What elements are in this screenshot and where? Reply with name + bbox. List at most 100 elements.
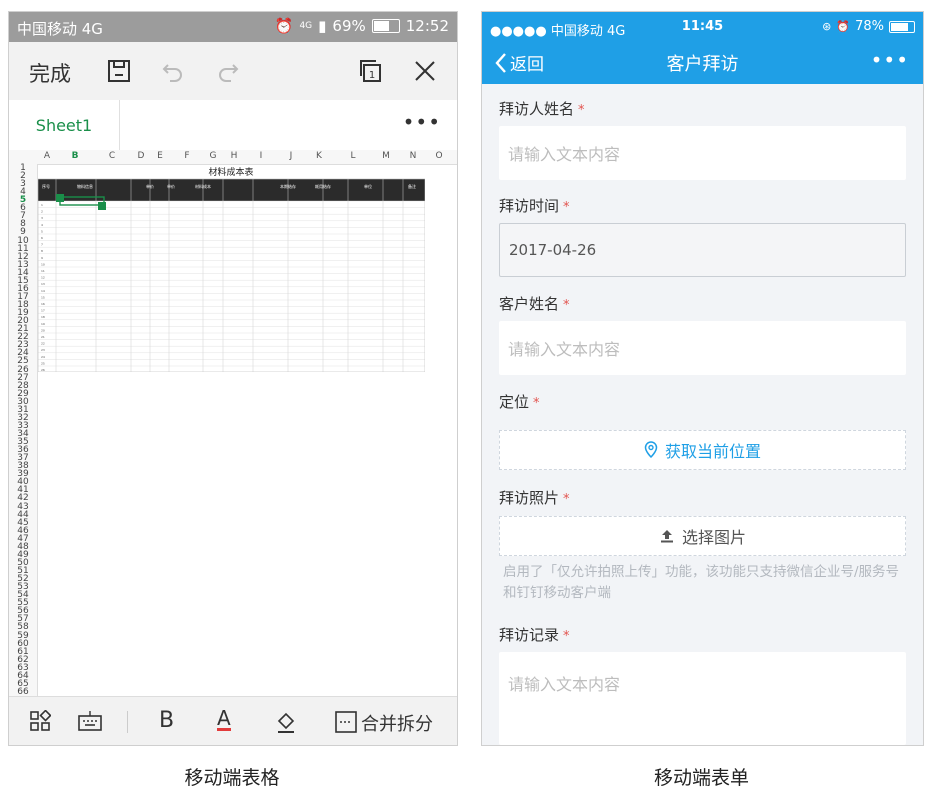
fill-color-icon[interactable] [275,710,297,734]
table-row-number: 8 [41,249,43,253]
table-row-number: 12 [41,276,45,280]
keyboard-icon[interactable] [78,711,102,731]
table-row-number: 26 [41,368,45,372]
column-header[interactable]: E [152,151,168,161]
visit-record-textarea[interactable]: 请输入文本内容 [499,652,906,745]
status-bar: 中国移动 4G ⏰ 4G ▮ 69% 12:52 [9,12,457,42]
column-header[interactable]: I [253,151,269,161]
status-right: ⏰ 4G ▮ 69% 12:52 [275,17,449,35]
tab-sheet1[interactable]: Sheet1 [9,100,120,150]
done-button[interactable]: 完成 [29,58,71,88]
redo-icon[interactable] [215,58,241,84]
column-header[interactable]: H [226,151,242,161]
more-icon[interactable]: ••• [403,110,441,134]
svg-text:1: 1 [369,70,375,81]
table-header-cell: 备注 [408,183,416,189]
merge-cells-icon[interactable] [335,711,357,733]
table-row-number: 3 [41,216,43,220]
battery-percent: 78% [855,19,884,34]
field-label-visit-record: 拜访记录 * [499,626,570,644]
form-phone: ●●●●● 中国移动 4G 11:45 ⊛ ⏰ 78% 客户拜访 返回 ••• … [481,11,924,746]
table-row-number: 24 [41,355,45,359]
alarm-icon: ⏰ [836,20,851,33]
column-header[interactable]: K [311,151,327,161]
table-row-number: 6 [41,236,43,240]
battery-icon [371,19,400,33]
table-row-number: 25 [41,361,45,365]
get-location-button[interactable]: 获取当前位置 [499,430,906,470]
lock-rotation-icon: ⊛ [822,20,832,33]
table-header-cell: 序号 [42,183,50,189]
bold-button[interactable]: B [159,708,174,733]
column-header[interactable]: M [378,151,394,161]
table-row-number: 19 [41,322,45,326]
table-row-number: 10 [41,262,45,266]
location-pin-icon [644,441,658,459]
field-label-visit-time: 拜访时间 * [499,197,570,215]
battery-percent: 69% [332,17,366,35]
table-row-number: 20 [41,328,45,332]
visit-time-input[interactable]: 2017-04-26 [499,223,906,277]
battery-icon [889,20,915,33]
row-header[interactable]: 66 [9,687,37,696]
table-row-number: 1 [41,203,43,207]
table-row-number: 2 [41,210,43,214]
spreadsheet-grid[interactable]: A B C DE FGH I J K L M NO 1 2 3 4 5 6 7 8 9 10 11 12 13 14 15 16 1… [9,150,457,696]
field-label-visitor-name: 拜访人姓名 * [499,100,585,118]
close-icon[interactable] [412,58,438,84]
save-icon[interactable] [106,58,132,84]
table-row-number: 15 [41,295,45,299]
column-headers: A B C DE FGH I J K L M NO [9,150,457,165]
font-color-button[interactable]: A [217,708,231,731]
back-button[interactable]: 返回 [494,50,544,75]
column-header[interactable]: F [179,151,195,161]
caption-mobile-spreadsheet: 移动端表格 [184,767,280,789]
column-header[interactable]: D [133,151,149,161]
table-title: 材料成本表 [208,167,253,178]
table-row-number: 14 [41,289,45,293]
apps-grid-icon[interactable] [29,710,51,732]
table-row-number: 23 [41,348,45,352]
selection-handle-end [98,202,106,210]
column-header[interactable]: A [39,151,55,161]
more-icon[interactable]: ••• [871,48,909,72]
column-header[interactable]: B [67,151,83,161]
table-row-number: 21 [41,335,45,339]
chevron-left-icon [495,52,506,73]
nav-bar: 客户拜访 返回 ••• [482,42,923,84]
field-label-customer-name: 客户姓名 * [499,295,570,313]
table-row-number: 5 [41,229,43,233]
column-header[interactable]: J [283,151,299,161]
window-switch-icon[interactable]: 1 [358,58,384,84]
caption-mobile-form: 移动端表单 [653,767,749,789]
column-header[interactable]: L [345,151,361,161]
sheet-tabs: Sheet1 ••• [9,100,457,151]
upload-icon [660,530,673,543]
toolbar-divider [127,711,128,733]
table-row-number: 22 [41,342,45,346]
page-title: 客户拜访 [666,54,739,75]
column-header[interactable]: O [431,151,447,161]
get-location-label: 获取当前位置 [664,442,761,461]
select-image-button[interactable]: 选择图片 [499,516,906,556]
row-headers: 1 2 3 4 5 6 7 8 9 10 11 12 13 14 15 16 17 18 19 20 21 22 23 24 2… [9,163,38,696]
customer-name-input[interactable]: 请输入文本内容 [499,321,906,375]
selection-handle-start [56,194,64,202]
column-header[interactable]: N [405,151,421,161]
merge-split-button[interactable]: 合并拆分 [361,710,433,736]
column-header[interactable]: G [205,151,221,161]
format-toolbar: B A 合并拆分 [9,696,457,745]
table-row-number: 17 [41,309,45,313]
spreadsheet-phone: 中国移动 4G ⏰ 4G ▮ 69% 12:52 完成 1 Sheet1 •••… [8,11,458,746]
carrier-text: 中国移动 4G [17,20,103,38]
undo-icon[interactable] [160,58,186,84]
status-bar: ●●●●● 中国移动 4G 11:45 ⊛ ⏰ 78% [482,12,923,42]
visitor-name-input[interactable]: 请输入文本内容 [499,126,906,180]
column-header[interactable]: C [104,151,120,161]
table-row-number: 11 [41,269,45,273]
field-label-visit-photo: 拜访照片 * [499,489,570,507]
network-label: 4G [299,21,313,31]
back-label: 返回 [510,55,544,75]
signal-icon: ▮ [318,17,327,35]
table-row-number: 16 [41,302,45,306]
